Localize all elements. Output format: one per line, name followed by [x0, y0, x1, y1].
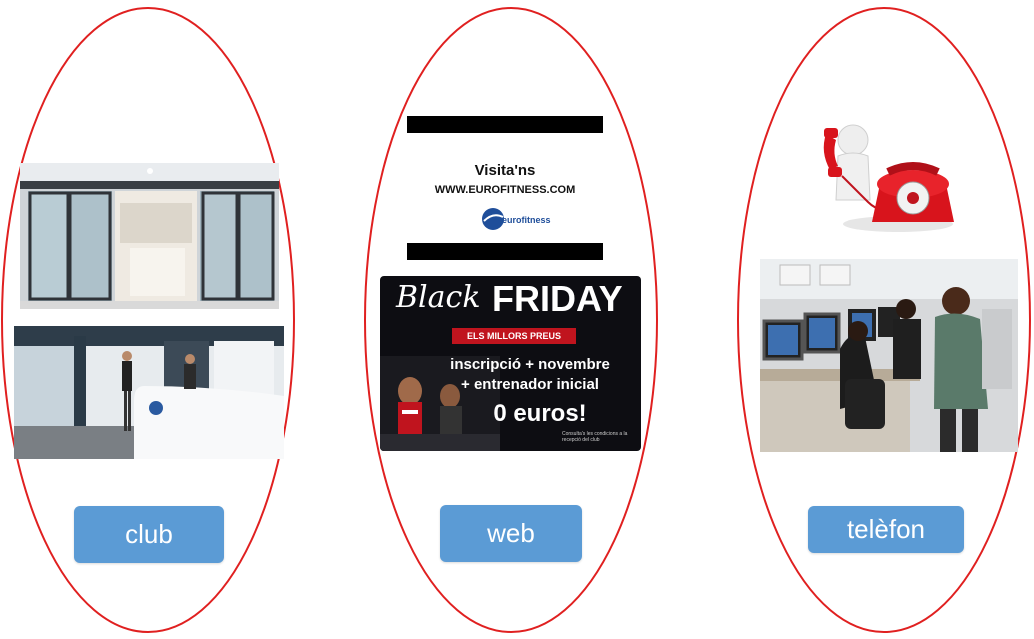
- call-center-photo: [760, 259, 1018, 452]
- logo-text: eurofitness: [502, 215, 551, 225]
- bf-footnote: Consulta's les condicions a la recepció …: [562, 431, 628, 443]
- bf-friday: FRIDAY: [492, 278, 623, 319]
- bf-line2: + entrenador inicial: [461, 376, 599, 393]
- bf-price: 0 euros!: [493, 400, 587, 427]
- bf-black: Black: [396, 280, 481, 315]
- bf-tagline: ELS MILLORS PREUS: [452, 328, 576, 344]
- visit-title: Visita'ns: [474, 162, 536, 179]
- club-entrance-photo: [20, 163, 279, 309]
- top-black-bar: [407, 116, 603, 133]
- website-url[interactable]: WWW.EUROFITNESS.COM: [407, 184, 603, 196]
- club-button[interactable]: club: [74, 506, 224, 563]
- phone-button[interactable]: telèfon: [808, 506, 964, 553]
- red-telephone-icon: [808, 112, 956, 236]
- black-friday-banner: Black FRIDAY ELS MILLORS PREUS inscripci…: [380, 276, 641, 451]
- bf-line1: inscripció + novembre: [450, 356, 610, 373]
- club-reception-photo: [14, 326, 284, 459]
- bottom-black-bar: [407, 243, 603, 260]
- web-button[interactable]: web: [440, 505, 582, 562]
- web-visit-card: Visita'ns WWW.EUROFITNESS.COM eurofitnes…: [407, 114, 603, 262]
